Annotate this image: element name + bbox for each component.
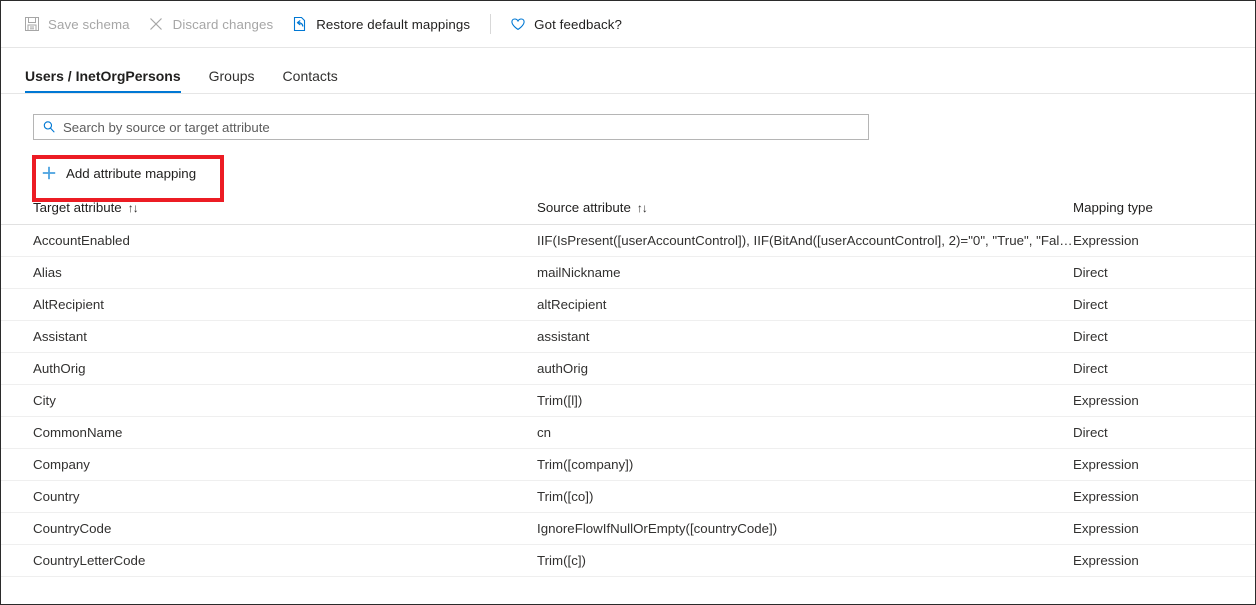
tab-groups[interactable]: Groups bbox=[209, 68, 255, 93]
tab-label: Contacts bbox=[283, 68, 338, 84]
search-area bbox=[1, 94, 1255, 140]
tab-label: Groups bbox=[209, 68, 255, 84]
column-header-target-attribute[interactable]: Target attribute ↑↓ bbox=[1, 200, 537, 225]
cell-mapping-type: Expression bbox=[1073, 545, 1256, 577]
table-row[interactable]: CityTrim([l])Expression bbox=[1, 385, 1256, 417]
attribute-mapping-page: Save schema Discard changes Restore defa… bbox=[0, 0, 1256, 605]
table-row[interactable]: CountryCodeIgnoreFlowIfNullOrEmpty([coun… bbox=[1, 513, 1256, 545]
cell-source-attribute: cn bbox=[537, 417, 1073, 449]
cell-target-attribute: AuthOrig bbox=[1, 353, 537, 385]
command-bar: Save schema Discard changes Restore defa… bbox=[1, 1, 1255, 48]
restore-default-mappings-button[interactable]: Restore default mappings bbox=[291, 9, 470, 39]
cell-target-attribute: CommonName bbox=[1, 417, 537, 449]
add-attribute-mapping-button[interactable]: Add attribute mapping bbox=[41, 160, 196, 186]
column-header-source-attribute[interactable]: Source attribute ↑↓ bbox=[537, 200, 1073, 225]
cell-mapping-type: Direct bbox=[1073, 257, 1256, 289]
cell-mapping-type: Expression bbox=[1073, 513, 1256, 545]
cell-source-attribute: Trim([c]) bbox=[537, 545, 1073, 577]
restore-default-mappings-label: Restore default mappings bbox=[316, 17, 470, 32]
cell-target-attribute: Country bbox=[1, 481, 537, 513]
cell-target-attribute: AccountEnabled bbox=[1, 225, 537, 257]
tab-contacts[interactable]: Contacts bbox=[283, 68, 338, 93]
cell-target-attribute: Assistant bbox=[1, 321, 537, 353]
add-attribute-mapping-label: Add attribute mapping bbox=[66, 166, 196, 181]
cell-mapping-type: Direct bbox=[1073, 353, 1256, 385]
cell-mapping-type: Direct bbox=[1073, 289, 1256, 321]
tab-label: Users / InetOrgPersons bbox=[25, 68, 181, 84]
sort-arrows-icon[interactable]: ↑↓ bbox=[128, 201, 138, 215]
cell-mapping-type: Expression bbox=[1073, 225, 1256, 257]
discard-changes-label: Discard changes bbox=[173, 17, 274, 32]
cell-source-attribute: IIF(IsPresent([userAccountControl]), IIF… bbox=[537, 225, 1073, 257]
table-header-row: Target attribute ↑↓ Source attribute ↑↓ Ma… bbox=[1, 200, 1256, 225]
search-icon bbox=[42, 120, 56, 134]
table-body: AccountEnabledIIF(IsPresent([userAccount… bbox=[1, 225, 1256, 577]
plus-icon bbox=[41, 165, 57, 181]
sort-arrows-icon[interactable]: ↑↓ bbox=[637, 201, 647, 215]
cell-mapping-type: Expression bbox=[1073, 481, 1256, 513]
cell-source-attribute: Trim([company]) bbox=[537, 449, 1073, 481]
table-row[interactable]: CommonNamecnDirect bbox=[1, 417, 1256, 449]
cell-target-attribute: CountryCode bbox=[1, 513, 537, 545]
save-icon bbox=[23, 16, 40, 33]
table-header: Target attribute ↑↓ Source attribute ↑↓ Ma… bbox=[1, 200, 1256, 225]
table-row[interactable]: CountryTrim([co])Expression bbox=[1, 481, 1256, 513]
restore-icon bbox=[291, 16, 308, 33]
cell-target-attribute: City bbox=[1, 385, 537, 417]
got-feedback-button[interactable]: Got feedback? bbox=[509, 9, 622, 39]
cell-source-attribute: Trim([co]) bbox=[537, 481, 1073, 513]
cell-mapping-type: Direct bbox=[1073, 321, 1256, 353]
heart-icon bbox=[509, 16, 526, 33]
cell-source-attribute: altRecipient bbox=[537, 289, 1073, 321]
cell-mapping-type: Expression bbox=[1073, 449, 1256, 481]
table-row[interactable]: AuthOrigauthOrigDirect bbox=[1, 353, 1256, 385]
add-mapping-area: Add attribute mapping bbox=[1, 146, 1255, 200]
table-row[interactable]: CountryLetterCodeTrim([c])Expression bbox=[1, 545, 1256, 577]
save-schema-button[interactable]: Save schema bbox=[23, 9, 130, 39]
cell-target-attribute: Alias bbox=[1, 257, 537, 289]
column-header-label: Target attribute bbox=[33, 200, 122, 215]
cell-source-attribute: IgnoreFlowIfNullOrEmpty([countryCode]) bbox=[537, 513, 1073, 545]
table-row[interactable]: AssistantassistantDirect bbox=[1, 321, 1256, 353]
tab-users-inetorgpersons[interactable]: Users / InetOrgPersons bbox=[25, 68, 181, 93]
got-feedback-label: Got feedback? bbox=[534, 17, 622, 32]
search-box[interactable] bbox=[33, 114, 869, 140]
close-x-icon bbox=[148, 16, 165, 33]
cell-mapping-type: Expression bbox=[1073, 385, 1256, 417]
cell-source-attribute: assistant bbox=[537, 321, 1073, 353]
cell-target-attribute: CountryLetterCode bbox=[1, 545, 537, 577]
toolbar-divider bbox=[490, 14, 491, 34]
table-row[interactable]: AltRecipientaltRecipientDirect bbox=[1, 289, 1256, 321]
discard-changes-button[interactable]: Discard changes bbox=[148, 9, 274, 39]
cell-source-attribute: Trim([l]) bbox=[537, 385, 1073, 417]
cell-target-attribute: AltRecipient bbox=[1, 289, 537, 321]
attribute-mapping-table: Target attribute ↑↓ Source attribute ↑↓ Ma… bbox=[1, 200, 1256, 577]
column-header-label: Source attribute bbox=[537, 200, 631, 215]
tab-list: Users / InetOrgPersons Groups Contacts bbox=[1, 48, 1255, 94]
table-row[interactable]: CompanyTrim([company])Expression bbox=[1, 449, 1256, 481]
column-header-label: Mapping type bbox=[1073, 200, 1153, 215]
cell-source-attribute: authOrig bbox=[537, 353, 1073, 385]
column-header-mapping-type: Mapping type bbox=[1073, 200, 1256, 225]
cell-target-attribute: Company bbox=[1, 449, 537, 481]
table-row[interactable]: AccountEnabledIIF(IsPresent([userAccount… bbox=[1, 225, 1256, 257]
cell-mapping-type: Direct bbox=[1073, 417, 1256, 449]
table-row[interactable]: AliasmailNicknameDirect bbox=[1, 257, 1256, 289]
save-schema-label: Save schema bbox=[48, 17, 130, 32]
cell-source-attribute: mailNickname bbox=[537, 257, 1073, 289]
search-input[interactable] bbox=[63, 116, 868, 138]
